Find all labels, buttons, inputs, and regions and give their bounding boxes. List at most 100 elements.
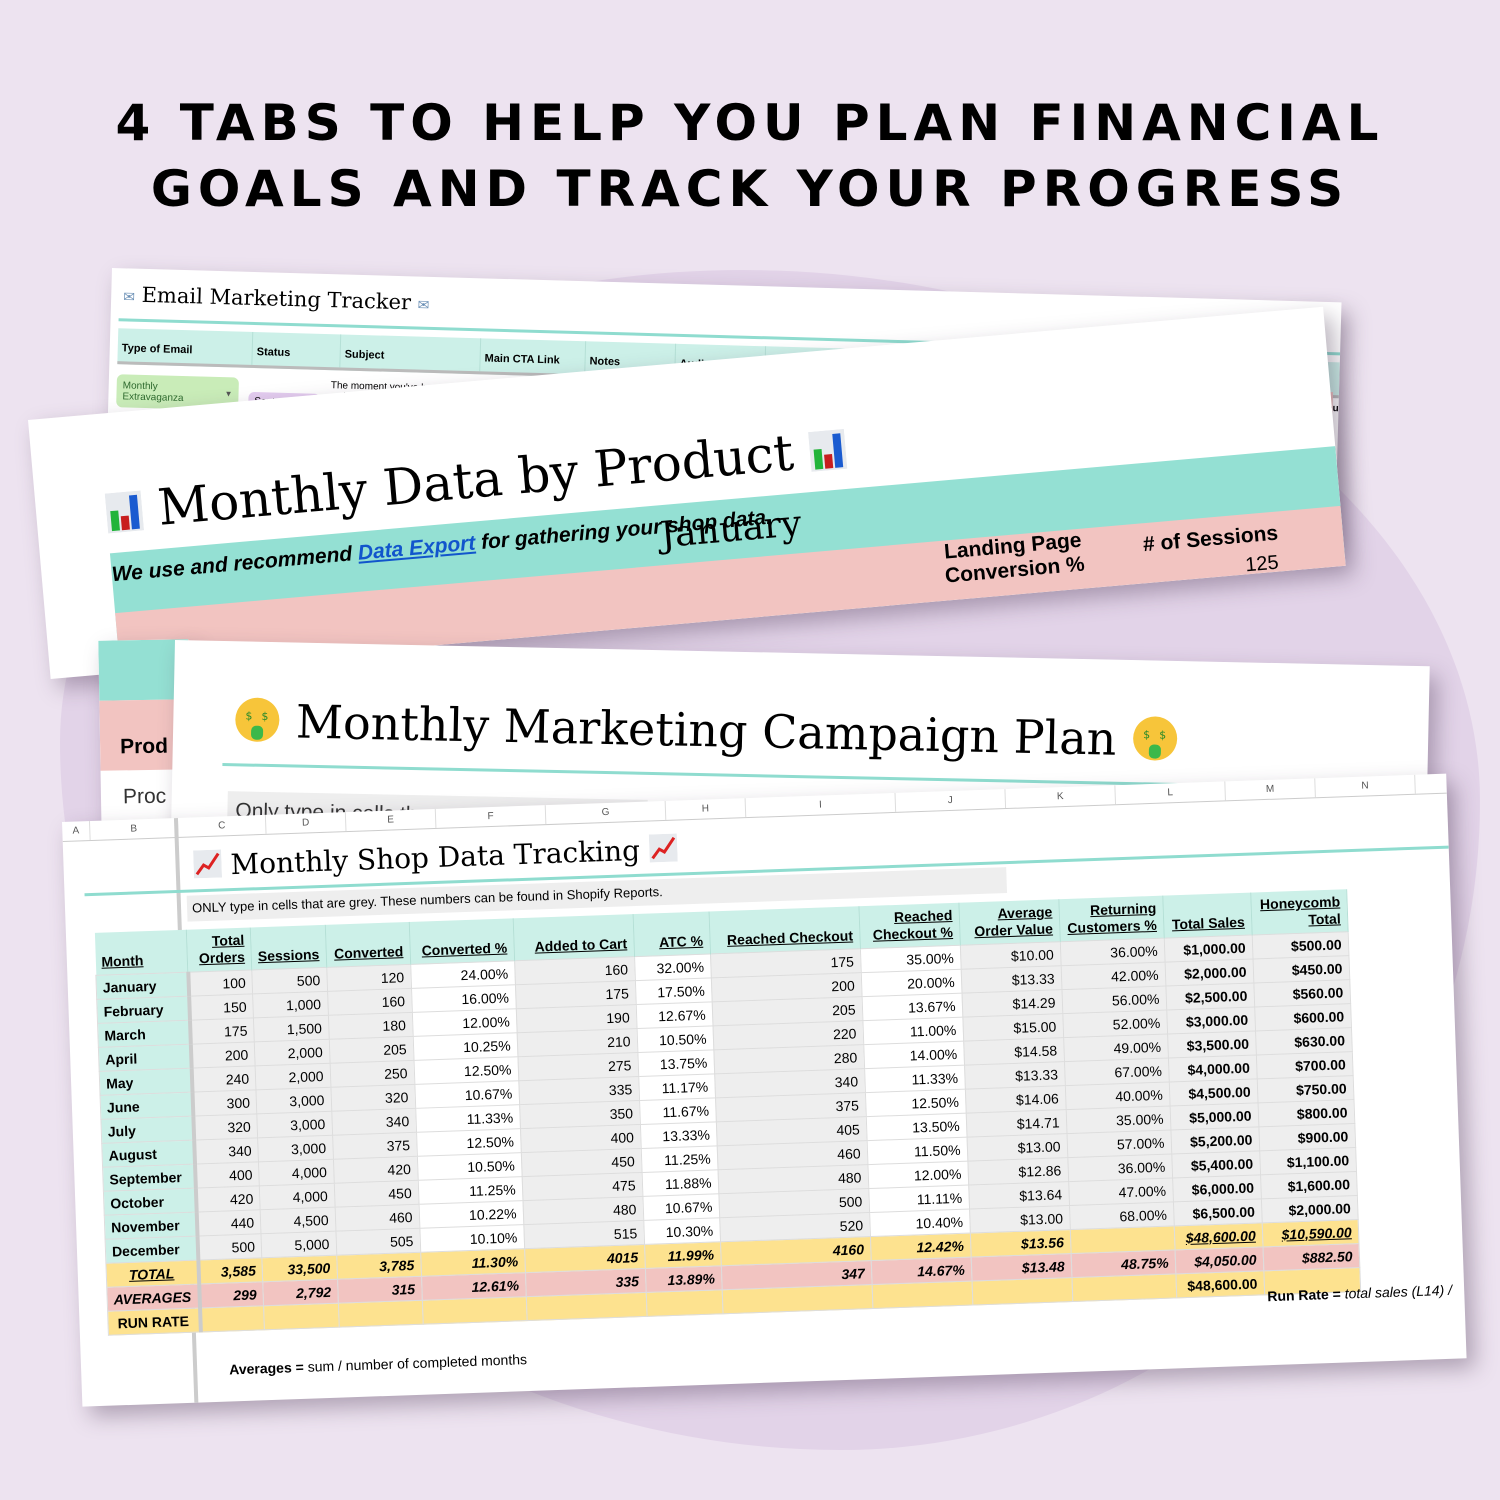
data-cell[interactable]: 11.00% <box>862 1017 964 1045</box>
data-cell[interactable]: 10.25% <box>412 1032 518 1061</box>
column-letter[interactable]: H <box>665 798 747 820</box>
data-cell[interactable]: 180 <box>327 1012 413 1040</box>
data-cell[interactable]: $6,000.00 <box>1172 1174 1261 1202</box>
column-letter[interactable]: E <box>345 808 437 832</box>
data-cell[interactable]: 68.00% <box>1069 1201 1174 1230</box>
data-cell[interactable]: 5,000 <box>261 1231 337 1258</box>
data-cell[interactable]: 42.00% <box>1060 962 1166 990</box>
data-cell[interactable]: 200 <box>190 1041 256 1069</box>
data-cell[interactable]: 10.50% <box>636 1025 714 1053</box>
data-cell[interactable]: 11.50% <box>866 1137 968 1165</box>
data-cell[interactable]: 12.50% <box>416 1128 521 1157</box>
data-cell[interactable]: 1,500 <box>253 1015 329 1042</box>
data-cell[interactable]: 160 <box>327 988 412 1016</box>
data-cell[interactable]: 3,000 <box>256 1087 332 1114</box>
data-cell[interactable]: 13.50% <box>865 1113 967 1141</box>
column-letter[interactable]: A <box>62 821 91 841</box>
data-cell[interactable]: $700.00 <box>1255 1051 1353 1079</box>
data-cell[interactable]: 340 <box>331 1108 417 1136</box>
data-cell[interactable]: 250 <box>329 1060 415 1088</box>
data-cell[interactable]: 36.00% <box>1059 938 1165 966</box>
data-cell[interactable]: $450.00 <box>1252 955 1350 984</box>
data-cell[interactable]: 12.67% <box>635 1001 713 1029</box>
column-letter[interactable]: J <box>895 789 1007 812</box>
data-cell[interactable]: 450 <box>333 1180 419 1208</box>
data-cell[interactable]: 13.75% <box>637 1049 715 1077</box>
column-letter[interactable]: D <box>265 812 347 834</box>
data-cell[interactable]: 10.10% <box>419 1224 525 1253</box>
column-letter[interactable]: B <box>89 817 179 841</box>
data-cell[interactable]: $15.00 <box>962 1013 1064 1042</box>
data-cell[interactable]: 10.50% <box>416 1152 522 1181</box>
data-cell[interactable]: $14.71 <box>965 1109 1067 1138</box>
data-cell[interactable]: 32.00% <box>634 953 711 981</box>
data-cell[interactable]: 3,000 <box>257 1135 333 1162</box>
data-cell[interactable]: 440 <box>196 1209 262 1237</box>
data-cell[interactable]: 35.00% <box>859 945 961 973</box>
data-cell[interactable]: 40.00% <box>1064 1082 1170 1110</box>
data-cell[interactable]: $13.00 <box>969 1205 1070 1234</box>
data-cell[interactable]: 11.11% <box>868 1185 970 1213</box>
data-cell[interactable]: 120 <box>326 964 412 992</box>
data-cell[interactable]: $14.58 <box>963 1037 1065 1066</box>
data-cell[interactable]: 1,000 <box>252 991 328 1018</box>
data-cell[interactable]: 300 <box>192 1089 257 1117</box>
data-cell[interactable]: 175 <box>189 1017 255 1045</box>
data-cell[interactable]: $13.33 <box>964 1061 1065 1090</box>
data-cell[interactable]: 4,000 <box>258 1159 334 1186</box>
data-cell[interactable]: 505 <box>335 1228 421 1256</box>
data-cell[interactable]: $13.00 <box>966 1133 1068 1162</box>
data-cell[interactable]: 500 <box>197 1233 262 1261</box>
data-cell[interactable]: 13.67% <box>861 993 963 1021</box>
data-cell[interactable]: 420 <box>332 1156 418 1184</box>
data-cell[interactable]: $600.00 <box>1254 1003 1351 1031</box>
data-cell[interactable]: $3,000.00 <box>1166 1007 1256 1035</box>
data-cell[interactable]: $2,500.00 <box>1165 983 1255 1011</box>
data-cell[interactable]: 400 <box>194 1161 260 1189</box>
data-cell[interactable]: $3,500.00 <box>1167 1030 1256 1059</box>
data-cell[interactable]: $10.00 <box>959 941 1061 970</box>
data-cell[interactable]: 10.67% <box>414 1080 520 1109</box>
data-cell[interactable]: $630.00 <box>1255 1027 1352 1055</box>
data-cell[interactable]: 11.33% <box>864 1065 965 1093</box>
data-cell[interactable]: 100 <box>187 969 253 997</box>
data-cell[interactable]: 10.30% <box>643 1217 721 1245</box>
data-cell[interactable]: $2,000.00 <box>1260 1195 1358 1223</box>
data-cell[interactable]: 10.22% <box>418 1200 524 1229</box>
data-cell[interactable]: $13.64 <box>968 1181 1070 1210</box>
data-cell[interactable]: $4,000.00 <box>1167 1054 1257 1083</box>
data-cell[interactable]: $5,200.00 <box>1170 1126 1260 1154</box>
data-cell[interactable]: $5,000.00 <box>1169 1102 1259 1131</box>
data-cell[interactable]: 16.00% <box>411 984 516 1013</box>
data-cell[interactable]: 10.40% <box>869 1209 970 1237</box>
data-cell[interactable]: 11.88% <box>641 1169 719 1197</box>
data-cell[interactable]: $560.00 <box>1253 979 1351 1008</box>
column-letter[interactable]: N <box>1315 774 1416 798</box>
column-letter[interactable]: F <box>435 805 547 828</box>
data-cell[interactable]: 320 <box>330 1084 416 1112</box>
data-cell[interactable]: 4,500 <box>260 1207 336 1234</box>
data-cell[interactable]: 11.67% <box>639 1097 716 1125</box>
data-cell[interactable]: $5,400.00 <box>1171 1150 1261 1178</box>
data-cell[interactable]: 67.00% <box>1064 1058 1169 1086</box>
data-cell[interactable]: $13.33 <box>960 965 1062 994</box>
data-cell[interactable]: 17.50% <box>634 977 712 1005</box>
data-cell[interactable]: 11.17% <box>638 1073 716 1101</box>
data-cell[interactable]: $900.00 <box>1258 1123 1356 1151</box>
column-letter[interactable]: G <box>545 800 667 825</box>
column-letter[interactable]: I <box>745 792 897 818</box>
data-cell[interactable]: $750.00 <box>1256 1075 1354 1103</box>
data-cell[interactable]: 11.33% <box>415 1104 521 1133</box>
data-cell[interactable]: 12.00% <box>867 1161 969 1189</box>
data-cell[interactable]: 375 <box>332 1132 417 1160</box>
data-cell[interactable]: 12.00% <box>411 1008 517 1037</box>
data-cell[interactable]: $12.86 <box>967 1157 1069 1186</box>
data-cell[interactable]: 2,000 <box>254 1039 330 1066</box>
data-cell[interactable]: 35.00% <box>1065 1106 1171 1134</box>
data-cell[interactable]: 240 <box>191 1065 257 1093</box>
column-letter[interactable]: C <box>177 814 267 837</box>
data-cell[interactable]: 150 <box>188 993 254 1021</box>
column-letter[interactable]: M <box>1225 778 1316 801</box>
data-cell[interactable]: 460 <box>334 1204 420 1232</box>
data-cell[interactable]: 49.00% <box>1063 1034 1168 1062</box>
